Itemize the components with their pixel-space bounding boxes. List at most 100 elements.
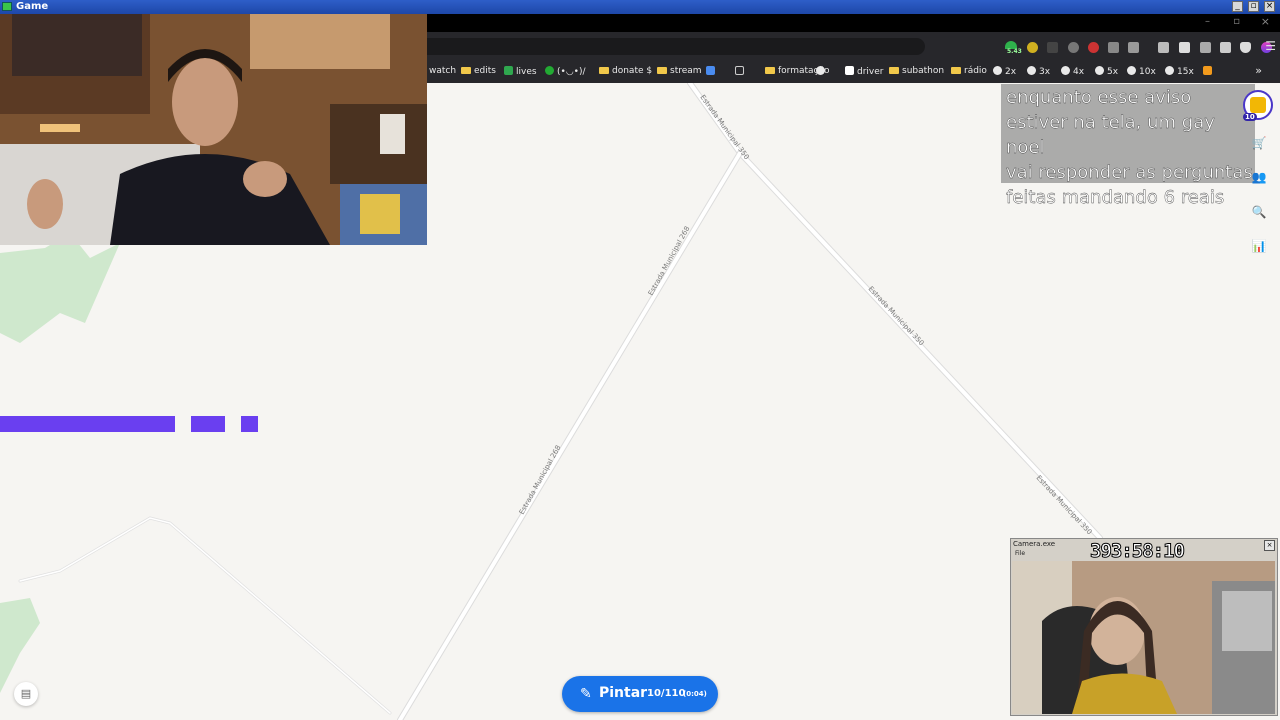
folder-icon xyxy=(599,67,609,74)
capture-extension-icon[interactable] xyxy=(1128,42,1139,53)
bookmark-label: 15x xyxy=(1177,67,1194,77)
bookmark-label: edits xyxy=(474,66,496,76)
browser-minimize-icon[interactable]: – xyxy=(1205,16,1210,27)
bookmark-label: subathon xyxy=(902,66,945,76)
paint-button-label: Pintar xyxy=(599,685,648,701)
coin-extension-icon[interactable] xyxy=(1027,42,1038,53)
camera-close-icon[interactable]: × xyxy=(1264,540,1275,551)
bookmark-stream[interactable]: stream xyxy=(657,66,702,76)
cart-icon[interactable]: 🛒 xyxy=(1250,136,1268,154)
share-icon[interactable] xyxy=(1220,42,1231,53)
bookmark-label: watch xyxy=(429,66,457,76)
road-268 xyxy=(398,151,742,720)
bookmark-label: 4x xyxy=(1073,67,1085,77)
paint-button[interactable]: ✎ Pintar 10/110 (0:04) xyxy=(562,676,718,712)
minor-road-fill xyxy=(19,517,391,714)
park-area xyxy=(0,233,120,343)
bookmark-2x[interactable]: 2x xyxy=(993,66,1016,77)
browser-close-icon[interactable]: × xyxy=(1261,15,1270,28)
streamer-webcam xyxy=(0,14,427,245)
road-label: Estrada Municipal 350 xyxy=(1035,474,1094,536)
layers-icon: ▤ xyxy=(20,687,32,700)
painted-pixels xyxy=(0,416,175,432)
pencil-icon: ✎ xyxy=(580,686,592,702)
browser-toolbar: 5.43 ☰ xyxy=(427,32,1280,60)
bookmark--[interactable]: (•◡•)/ xyxy=(545,66,586,77)
globe-icon xyxy=(1061,66,1070,75)
sheets-icon xyxy=(504,66,513,75)
bookmark-label: stream xyxy=(670,66,702,76)
bookmark-label: (•◡•)/ xyxy=(557,67,586,77)
subathon-timer: 393:58:10 xyxy=(1090,540,1186,563)
road-label: Estrada Municipal 350 xyxy=(867,285,926,347)
minor-road xyxy=(18,516,392,715)
globe-icon xyxy=(1127,66,1136,75)
bookmark-label: lives xyxy=(516,67,537,77)
game-icon xyxy=(2,2,12,11)
bookmark-label: 2x xyxy=(1005,67,1017,77)
camera-menu-file[interactable]: File xyxy=(1015,550,1025,557)
record-extension-icon[interactable] xyxy=(1088,42,1099,53)
play-icon xyxy=(1203,66,1212,75)
park-area-2 xyxy=(0,598,40,693)
browser-restore-icon[interactable]: ▫ xyxy=(1233,16,1240,27)
bookmark-r-dio[interactable]: rádio xyxy=(951,66,987,76)
close-button[interactable]: × xyxy=(1264,1,1275,12)
h-extension-icon[interactable] xyxy=(1068,42,1079,53)
maximize-button[interactable]: ▫ xyxy=(1248,1,1259,12)
bookmark-watch[interactable]: watch xyxy=(429,66,456,76)
minimize-button[interactable]: _ xyxy=(1232,1,1243,12)
notice-line: feitas mandando 6 reais xyxy=(1006,187,1225,208)
bookmark-label: 3x xyxy=(1039,67,1051,77)
bookmark-15x[interactable]: 15x xyxy=(1165,66,1194,77)
leaderboard-icon[interactable]: 📊 xyxy=(1250,239,1268,257)
globe-icon xyxy=(993,66,1002,75)
media-extension-icon[interactable] xyxy=(1203,66,1215,77)
window-titlebar: Game _ ▫ × xyxy=(0,0,1280,14)
bookmark-5x[interactable]: 5x xyxy=(1095,66,1118,77)
screenshot-extension-icon[interactable] xyxy=(1108,42,1119,53)
folder-icon xyxy=(461,67,471,74)
paint-cooldown: (0:04) xyxy=(683,690,707,698)
paint-charges: 10/110 xyxy=(647,688,686,699)
bookmark-driver[interactable]: driver xyxy=(845,66,883,77)
users-icon[interactable]: 👥 xyxy=(1250,170,1268,188)
bookmark-icon-9[interactable] xyxy=(816,66,828,77)
bookmark-edits[interactable]: edits xyxy=(461,66,496,76)
bookmark-label: driver xyxy=(857,67,884,77)
camera-feed xyxy=(1012,561,1275,714)
logo-icon xyxy=(1250,97,1266,113)
bookmark-icon-7[interactable] xyxy=(735,66,747,77)
leaf-icon xyxy=(545,66,554,75)
notice-line: estiver na tela, um gay noel xyxy=(1006,112,1215,158)
docs-icon xyxy=(706,66,715,75)
globe-icon xyxy=(1027,66,1036,75)
bookmarks-overflow-icon[interactable]: » xyxy=(1255,64,1262,77)
bookmark-3x[interactable]: 3x xyxy=(1027,66,1050,77)
layers-button[interactable]: ▤ xyxy=(14,682,38,706)
camera-window-title: Camera.exe xyxy=(1013,540,1056,548)
wallet-icon[interactable] xyxy=(1200,42,1211,53)
bookmark-10x[interactable]: 10x xyxy=(1127,66,1156,77)
dark-extension-icon[interactable] xyxy=(1047,42,1058,53)
shield-icon[interactable] xyxy=(1240,42,1251,53)
road-label: Estrada Municipal 350 xyxy=(698,93,750,161)
window-title: Game xyxy=(16,1,49,12)
bookmark-subathon[interactable]: subathon xyxy=(889,66,944,76)
bookmark-lives[interactable]: lives xyxy=(504,66,537,77)
address-bar[interactable] xyxy=(427,38,925,55)
bookmark-4x[interactable]: 4x xyxy=(1061,66,1084,77)
browser-menu-icon[interactable]: ☰ xyxy=(1265,39,1276,53)
road-label: Estrada Municipal 268 xyxy=(647,225,692,297)
folder-icon xyxy=(657,67,667,74)
globe-icon xyxy=(1095,66,1104,75)
puzzle-icon[interactable] xyxy=(1158,42,1169,53)
folder-icon xyxy=(889,67,899,74)
bookmark-icon-6[interactable] xyxy=(706,66,718,77)
search-map-icon[interactable]: 🔍 xyxy=(1250,205,1268,223)
extension-badge: 5.43 xyxy=(1007,48,1022,55)
bookmark-label: rádio xyxy=(964,66,987,76)
app-logo-button[interactable]: 10 xyxy=(1243,90,1273,121)
sidepanel-icon[interactable] xyxy=(1179,42,1190,53)
bookmark-donate-[interactable]: donate $ xyxy=(599,66,652,76)
